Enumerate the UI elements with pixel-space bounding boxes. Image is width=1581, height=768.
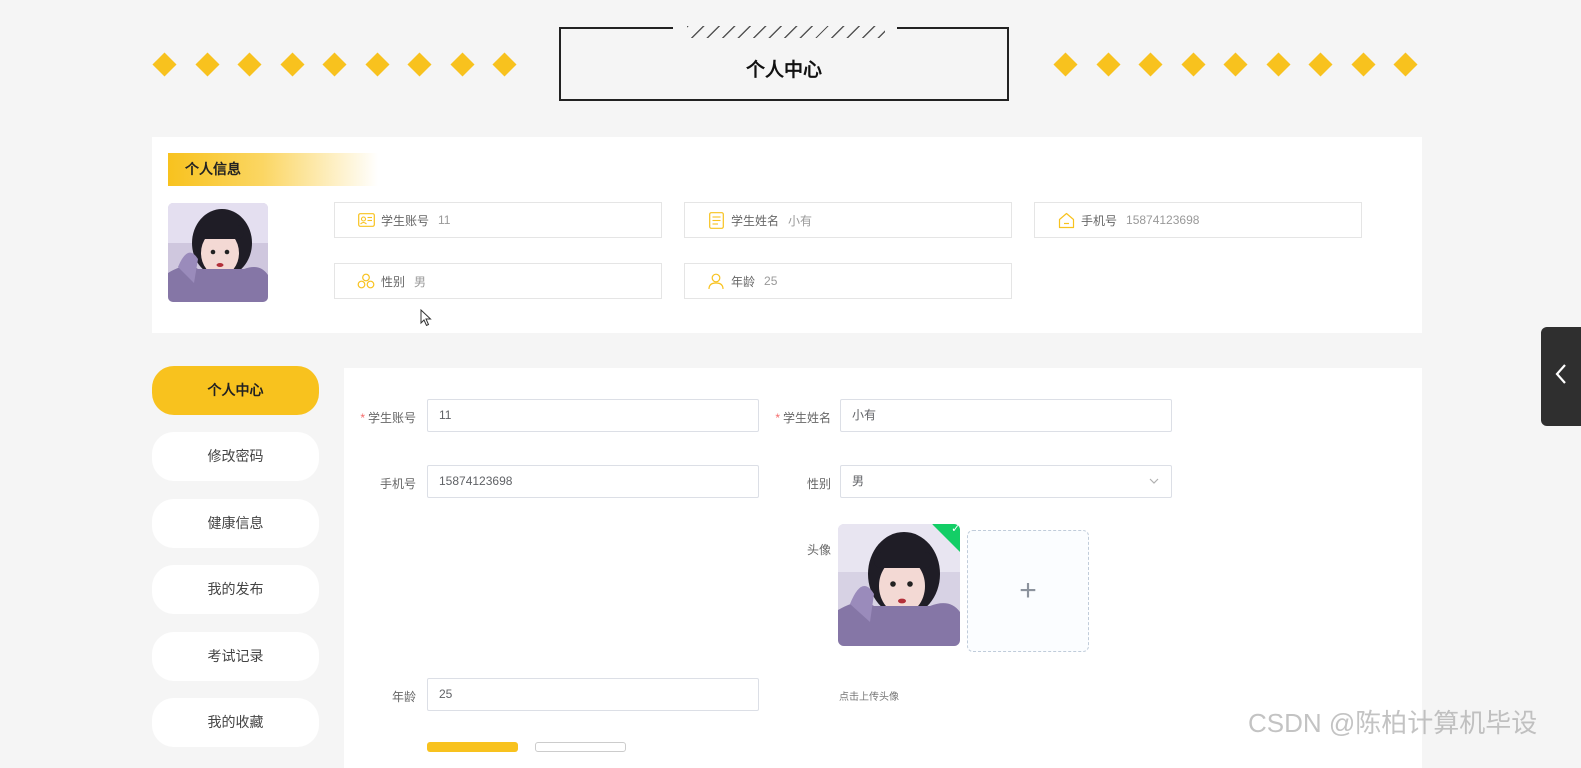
info-value: 小有 [788,213,813,228]
chevron-left-icon [1554,362,1568,392]
avatar-upload-button[interactable]: + [967,530,1089,652]
info-card-gender: 性别 男 [334,263,662,299]
chevron-down-icon [1149,466,1159,509]
diamond-decoration [1308,52,1333,77]
mouse-cursor-icon [420,308,432,332]
info-value: 25 [764,274,778,288]
diamond-decoration [279,52,305,77]
info-value: 11 [438,213,451,227]
diamond-decoration [237,52,262,77]
id-card-icon [357,211,375,229]
upload-tip: 点击上传头像 [839,692,899,703]
info-card-phone: 手机号 15874123698 [1034,202,1362,238]
document-icon [707,211,725,229]
phone-label: 手机号 [379,477,416,491]
info-label: 手机号 [1081,213,1118,228]
diamond-decoration [1053,52,1078,77]
sidebar-item-health-info[interactable]: 健康信息 [152,499,319,548]
diamond-decoration [492,52,517,77]
info-label: 年龄 [731,274,756,289]
name-input[interactable]: 小有 [840,399,1172,432]
diamond-decoration [152,52,177,77]
diamond-decoration [1095,52,1121,77]
title-hatch-decoration [687,26,885,38]
watermark: CSDN @陈柏计算机毕设 [1248,708,1538,738]
user-icon [707,272,725,290]
diamond-decoration [449,52,475,77]
info-avatar [168,203,268,302]
phone-input[interactable]: 15874123698 [427,465,759,498]
gender-select-value: 男 [852,474,865,488]
sidebar-item-change-password[interactable]: 修改密码 [152,432,319,481]
group-icon [357,272,375,290]
account-label-text: 学生账号 [367,411,416,425]
page-title-box: 个人中心 [559,25,1009,101]
gender-label: 性别 [806,477,831,491]
account-label: * 学生账号 [326,409,416,426]
info-label: 学生姓名 [731,213,780,228]
name-label-text: 学生姓名 [782,411,831,425]
info-label: 学生账号 [381,213,430,228]
header-diamonds-left [152,52,539,77]
diamond-decoration [322,52,347,77]
side-collapse-tab[interactable] [1541,327,1581,426]
diamond-decoration [1138,52,1163,77]
info-value: 男 [414,274,427,289]
personal-info-header: 个人信息 [168,153,378,186]
gender-select[interactable]: 男 [840,465,1172,498]
required-mark: * [360,411,365,425]
plus-icon: + [1019,574,1037,607]
personal-info-panel: 个人信息 学生账号 11 学生姓名 小有 手机号 15874123698 性别 … [152,137,1422,333]
diamond-decoration [1350,52,1376,77]
name-label: * 学生姓名 [741,409,831,426]
check-icon: ✓ [951,524,960,536]
sidebar-item-profile[interactable]: 个人中心 [152,366,319,415]
header-diamonds-right [1053,52,1440,77]
page-title: 个人中心 [745,60,822,81]
diamond-decoration [1393,52,1418,77]
sidebar-item-favorites[interactable]: 我的收藏 [152,698,319,747]
sidebar-item-my-posts[interactable]: 我的发布 [152,565,319,614]
diamond-decoration [1223,52,1248,77]
home-icon [1057,211,1075,229]
diamond-decoration [364,52,390,77]
sidebar-item-exam-records[interactable]: 考试记录 [152,632,319,681]
avatar-label: 头像 [806,543,831,557]
age-input[interactable]: 25 [427,678,759,711]
info-card-name: 学生姓名 小有 [684,202,1012,238]
diamond-decoration [407,52,432,77]
info-label: 性别 [381,274,406,289]
info-card-account: 学生账号 11 [334,202,662,238]
info-value: 15874123698 [1126,213,1200,227]
diamond-decoration [194,52,220,77]
info-card-age: 年龄 25 [684,263,1012,299]
avatar-preview[interactable]: ✓ [838,524,960,646]
age-label: 年龄 [391,690,416,704]
account-input[interactable]: 11 [427,399,759,432]
required-mark: * [775,411,780,425]
diamond-decoration [1265,52,1291,77]
diamond-decoration [1180,52,1206,77]
